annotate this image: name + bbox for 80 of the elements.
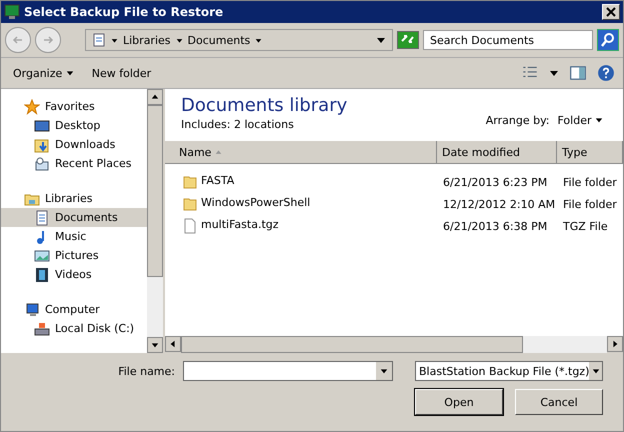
scroll-up-arrow-icon[interactable] <box>151 93 159 101</box>
arrange-by-dropdown[interactable]: Folder <box>554 112 607 128</box>
scroll-right-arrow-icon[interactable] <box>611 340 619 348</box>
sidebar-item[interactable]: Pictures <box>1 246 147 265</box>
back-arrow-icon <box>12 34 24 46</box>
file-name-field[interactable] <box>183 361 393 381</box>
downloads-icon <box>34 136 50 152</box>
search-button[interactable] <box>597 29 619 51</box>
dropdown-caret-icon[interactable] <box>549 68 559 78</box>
sidebar-group[interactable]: Libraries <box>1 189 147 208</box>
folder-icon <box>182 196 198 212</box>
document-icon <box>34 210 50 226</box>
sidebar-item[interactable]: Videos <box>1 265 147 284</box>
vertical-scrollbar[interactable] <box>147 89 163 353</box>
cancel-button[interactable]: Cancel <box>515 389 603 415</box>
sort-arrow-icon <box>215 148 222 156</box>
desktop-icon <box>34 118 50 134</box>
monitor-icon <box>4 4 20 20</box>
column-header[interactable]: Date modified <box>437 141 557 163</box>
caret-icon <box>595 116 603 124</box>
sidebar-item[interactable]: Downloads <box>1 135 147 154</box>
arrange-by-label: Arrange by: <box>486 114 550 126</box>
type-cell-text: File folder <box>562 198 618 210</box>
horizontal-scrollbar[interactable] <box>165 336 623 353</box>
disk-icon <box>34 320 50 336</box>
dropdown-arrow-icon[interactable] <box>380 367 388 375</box>
sidebar-item[interactable]: Local Disk (C:) <box>1 319 147 338</box>
caret-icon[interactable] <box>111 36 118 44</box>
window-title: Select Backup File to Restore <box>24 5 224 19</box>
date-cell-text: 12/12/2012 2:10 AM <box>442 198 556 210</box>
file-name[interactable]: multiFasta.tgz <box>201 218 279 234</box>
folder-icon <box>182 174 198 190</box>
sidebar-item[interactable]: Documents <box>1 208 147 227</box>
document-icon <box>92 33 106 47</box>
refresh-arrows-icon <box>400 32 416 44</box>
new-folder-button[interactable]: New folder <box>88 64 156 82</box>
file-icon <box>182 218 198 234</box>
organize-button[interactable]: Organize <box>9 64 78 82</box>
scroll-left-arrow-icon[interactable] <box>169 340 177 348</box>
scroll-down-arrow-icon[interactable] <box>151 341 159 349</box>
close-button[interactable] <box>602 4 620 20</box>
column-header[interactable]: Name <box>165 141 437 163</box>
sidebar-group[interactable]: Computer <box>1 300 147 319</box>
breadcrumb-item[interactable]: Documents <box>188 34 250 46</box>
open-button[interactable]: Open <box>415 389 503 415</box>
library-title: Documents library <box>181 95 348 116</box>
locations-link[interactable]: 2 locations <box>234 118 294 131</box>
type-cell-text: TGZ File <box>562 220 609 232</box>
date-cell-text: 6/21/2013 6:23 PM <box>442 176 548 188</box>
refresh-button[interactable] <box>397 31 419 49</box>
file-type-dropdown[interactable]: BlastStation Backup File (*.tgz) <box>415 361 603 381</box>
includes-label: Includes: <box>181 118 230 131</box>
address-bar[interactable]: Libraries Documents <box>85 29 393 51</box>
caret-icon <box>66 69 74 78</box>
sidebar-item[interactable]: Desktop <box>1 116 147 135</box>
search-icon <box>600 32 616 48</box>
search-field[interactable]: Search Documents <box>423 30 593 50</box>
recent-icon <box>34 156 50 172</box>
star-icon <box>24 98 40 114</box>
computer-icon <box>24 302 40 318</box>
dropdown-caret-icon[interactable] <box>376 35 386 45</box>
dropdown-arrow-icon[interactable] <box>592 367 600 375</box>
column-header[interactable]: Type <box>557 141 623 163</box>
forward-arrow-icon <box>42 34 54 46</box>
file-name-label: File name: <box>118 364 175 378</box>
sidebar-item[interactable]: Recent Places <box>1 154 147 173</box>
help-icon[interactable] <box>597 64 615 82</box>
sidebar-group[interactable]: Favorites <box>1 97 147 116</box>
close-icon <box>606 7 616 17</box>
videos-icon <box>34 266 50 282</box>
file-name[interactable]: WindowsPowerShell <box>201 196 310 212</box>
date-cell-text: 6/21/2013 6:38 PM <box>442 220 548 232</box>
pictures-icon <box>34 248 50 264</box>
type-cell-text: File folder <box>562 176 618 188</box>
preview-pane-icon[interactable] <box>569 64 587 82</box>
caret-icon[interactable] <box>255 36 262 44</box>
file-name[interactable]: FASTA <box>201 174 234 190</box>
breadcrumb-item[interactable]: Libraries <box>123 34 171 46</box>
caret-icon[interactable] <box>176 36 183 44</box>
sidebar-item[interactable]: Music <box>1 227 147 246</box>
